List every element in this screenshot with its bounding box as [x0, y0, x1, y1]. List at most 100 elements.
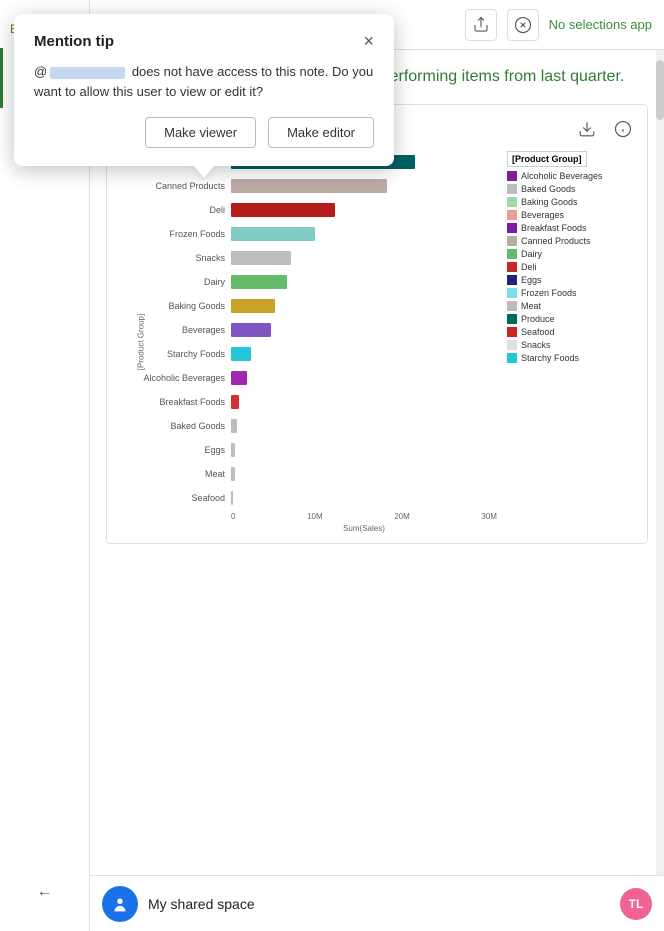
legend-color-swatch	[507, 314, 517, 324]
bars-container: ProduceCanned ProductsDeliFrozen FoodsSn…	[231, 151, 497, 509]
bar-label: Frozen Foods	[127, 223, 229, 245]
share-icon-button[interactable]	[465, 9, 497, 41]
legend-item-label: Alcoholic Beverages	[521, 171, 603, 181]
mention-tip-popup: Mention tip × @ does not have access to …	[14, 14, 394, 166]
bar-label: Eggs	[127, 439, 229, 461]
popup-at: @	[34, 64, 47, 79]
legend-item: Baking Goods	[507, 197, 637, 207]
bar-row: Frozen Foods	[231, 223, 497, 245]
make-editor-button[interactable]: Make editor	[268, 117, 374, 148]
legend-item: Dairy	[507, 249, 637, 259]
bar-row: Baked Goods	[231, 415, 497, 437]
legend-item-label: Beverages	[521, 210, 564, 220]
bar-label: Baking Goods	[127, 295, 229, 317]
bar-fill	[231, 227, 315, 241]
bar-label: Dairy	[127, 271, 229, 293]
legend-item: Breakfast Foods	[507, 223, 637, 233]
popup-arrow	[194, 166, 214, 178]
legend-item-label: Produce	[521, 314, 555, 324]
bar-fill	[231, 299, 275, 313]
scroll-thumb[interactable]	[656, 60, 664, 120]
sidebar-collapse-button[interactable]: ←	[0, 873, 89, 911]
bar-row: Beverages	[231, 319, 497, 341]
legend-item-label: Snacks	[521, 340, 551, 350]
chart-legend: [Product Group] Alcoholic Beverages Baked…	[507, 151, 637, 533]
popup-user-blur	[50, 67, 125, 79]
chart-bars-area: [Product Group] ProduceCanned ProductsDe…	[117, 151, 497, 533]
bar-row: Snacks	[231, 247, 497, 269]
tick-0: 0	[231, 512, 235, 521]
bar-label: Baked Goods	[127, 415, 229, 437]
popup-close-button[interactable]: ×	[363, 32, 374, 50]
shared-space-icon	[102, 886, 138, 922]
bar-label: Breakfast Foods	[127, 391, 229, 413]
legend-item: Starchy Foods	[507, 353, 637, 363]
bar-row: Eggs	[231, 439, 497, 461]
share-icon	[472, 16, 490, 34]
bar-row: Canned Products	[231, 175, 497, 197]
bar-label: Alcoholic Beverages	[127, 367, 229, 389]
legend-item: Alcoholic Beverages	[507, 171, 637, 181]
legend-item-label: Seafood	[521, 327, 555, 337]
legend-title: [Product Group]	[507, 151, 587, 167]
chart-info-icon[interactable]	[609, 115, 637, 143]
legend-item-label: Breakfast Foods	[521, 223, 587, 233]
legend-item-label: Frozen Foods	[521, 288, 577, 298]
popup-title: Mention tip	[34, 33, 114, 50]
bar-row: Dairy	[231, 271, 497, 293]
x-axis-ticks: 0 10M 20M 30M	[231, 512, 497, 521]
bar-fill	[231, 251, 291, 265]
legend-color-swatch	[507, 301, 517, 311]
bar-row: Deli	[231, 199, 497, 221]
legend-item-label: Dairy	[521, 249, 542, 259]
legend-item-label: Baked Goods	[521, 184, 576, 194]
legend-color-swatch	[507, 197, 517, 207]
popup-header: Mention tip ×	[34, 32, 374, 50]
shared-space-label: My shared space	[148, 896, 610, 912]
app-container: Bookmarks Notes Key drivers ←	[0, 0, 664, 931]
bar-fill	[231, 347, 251, 361]
legend-item-label: Eggs	[521, 275, 542, 285]
legend-color-swatch	[507, 327, 517, 337]
no-selections-label: No selections app	[549, 17, 652, 32]
bar-fill	[231, 395, 239, 409]
tick-30m: 30M	[481, 512, 497, 521]
legend-color-swatch	[507, 223, 517, 233]
scrollbar[interactable]	[656, 50, 664, 875]
legend-color-swatch	[507, 236, 517, 246]
cancel-icon	[514, 16, 532, 34]
legend-color-swatch	[507, 184, 517, 194]
legend-item: Frozen Foods	[507, 288, 637, 298]
popup-actions: Make viewer Make editor	[34, 117, 374, 148]
legend-item: Meat	[507, 301, 637, 311]
bottom-bar: My shared space TL	[90, 875, 664, 931]
home-icon	[109, 893, 131, 915]
legend-color-swatch	[507, 340, 517, 350]
legend-color-swatch	[507, 262, 517, 272]
bar-fill	[231, 443, 235, 457]
bar-row: Alcoholic Beverages	[231, 367, 497, 389]
tick-10m: 10M	[307, 512, 323, 521]
bar-fill	[231, 323, 271, 337]
chart-export-icon[interactable]	[573, 115, 601, 143]
bar-fill	[231, 467, 235, 481]
user-avatar: TL	[620, 888, 652, 920]
bar-label: Deli	[127, 199, 229, 221]
cancel-selections-icon-button[interactable]	[507, 9, 539, 41]
bar-label: Beverages	[127, 319, 229, 341]
bar-fill	[231, 419, 237, 433]
bar-fill	[231, 203, 335, 217]
bar-row: Baking Goods	[231, 295, 497, 317]
bar-fill	[231, 371, 247, 385]
legend-item: Eggs	[507, 275, 637, 285]
legend-color-swatch	[507, 249, 517, 259]
tick-20m: 20M	[394, 512, 410, 521]
bar-label: Seafood	[127, 487, 229, 509]
legend-item-label: Meat	[521, 301, 541, 311]
make-viewer-button[interactable]: Make viewer	[145, 117, 256, 148]
legend-color-swatch	[507, 288, 517, 298]
bar-label: Starchy Foods	[127, 343, 229, 365]
bar-label: Canned Products	[127, 175, 229, 197]
legend-item: Seafood	[507, 327, 637, 337]
bar-fill	[231, 491, 233, 505]
